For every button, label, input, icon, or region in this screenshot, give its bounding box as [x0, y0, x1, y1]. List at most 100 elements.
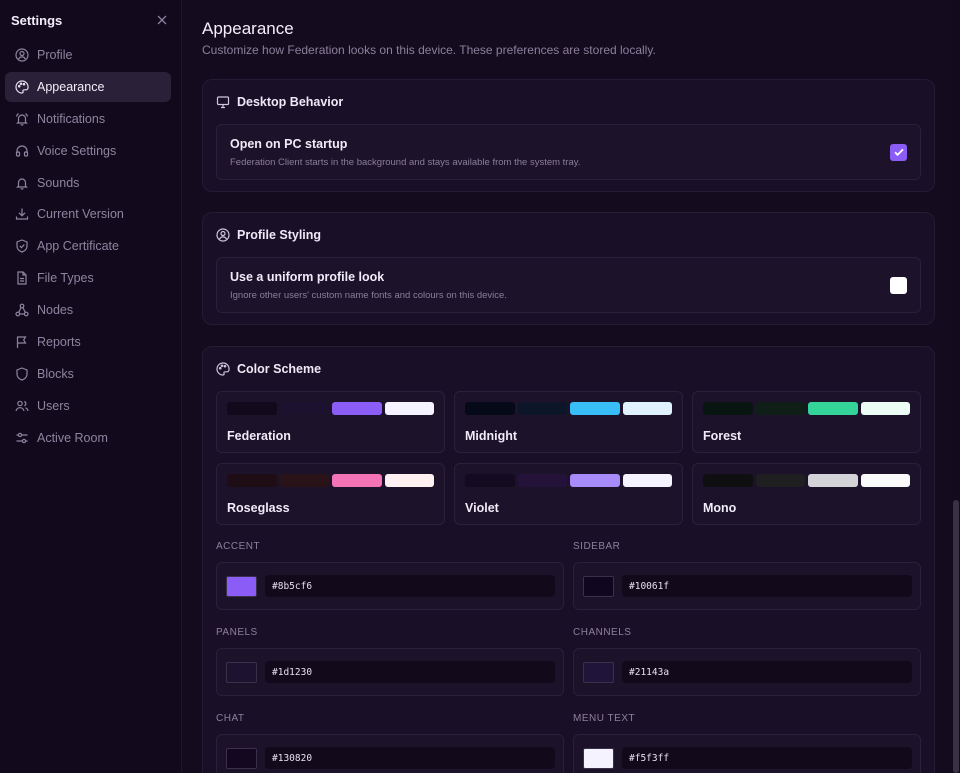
sidebar-item-active-room[interactable]: Active Room — [5, 423, 171, 453]
field-label: SIDEBAR — [573, 541, 621, 552]
scheme-card-federation[interactable]: Federation — [216, 391, 445, 453]
sidebar-item-users[interactable]: Users — [5, 391, 171, 421]
field-label: CHAT — [216, 713, 245, 724]
monitor-icon — [216, 95, 230, 109]
field-label: PANELS — [216, 627, 258, 638]
sidebar-item-label: Current Version — [37, 207, 124, 222]
sidebar-item-app-certificate[interactable]: App Certificate — [5, 231, 171, 261]
hex-input[interactable]: #130820 — [265, 747, 555, 769]
user-circle-icon — [15, 48, 29, 62]
sidebar-item-reports[interactable]: Reports — [5, 327, 171, 357]
scheme-card-midnight[interactable]: Midnight — [454, 391, 683, 453]
sidebar-item-blocks[interactable]: Blocks — [5, 359, 171, 389]
scheme-swatch — [755, 402, 805, 415]
check-icon — [893, 148, 904, 157]
scheme-swatch — [808, 474, 858, 487]
sidebar-header: Settings — [0, 0, 181, 40]
scheme-swatch — [755, 474, 805, 487]
sidebar-item-appearance[interactable]: Appearance — [5, 71, 171, 102]
section-heading: Color Scheme — [203, 347, 934, 391]
page-subtitle: Customize how Federation looks on this d… — [202, 43, 656, 57]
scheme-swatch — [384, 402, 434, 415]
sidebar-item-notifications[interactable]: Notifications — [5, 104, 171, 134]
field-label: CHANNELS — [573, 627, 632, 638]
sidebar-item-voice-settings[interactable]: Voice Settings — [5, 136, 171, 166]
scheme-swatch — [622, 402, 672, 415]
scheme-swatch — [622, 474, 672, 487]
section-title: Desktop Behavior — [237, 95, 344, 109]
bell-ring-icon — [15, 112, 29, 126]
hex-input[interactable]: #1d1230 — [265, 661, 555, 683]
sidebar-item-label: Appearance — [37, 79, 105, 94]
section-heading: Profile Styling — [203, 213, 934, 257]
sidebar-item-file-types[interactable]: File Types — [5, 263, 171, 293]
sidebar-item-label: Users — [37, 398, 70, 413]
scheme-swatches — [227, 474, 434, 487]
field-panels: PANELS #1d1230 — [216, 627, 564, 713]
hex-input[interactable]: #8b5cf6 — [265, 575, 555, 597]
field-sidebar: SIDEBAR #10061f — [573, 541, 921, 627]
scheme-name: Federation — [227, 429, 291, 443]
field-box: #1d1230 — [216, 648, 564, 696]
scheme-card-roseglass[interactable]: Roseglass — [216, 463, 445, 525]
option-description: Ignore other users' custom name fonts an… — [230, 289, 507, 301]
color-picker-swatch[interactable] — [583, 747, 614, 769]
scheme-swatch — [227, 402, 277, 415]
startup-option: Open on PC startup Federation Client sta… — [216, 124, 921, 180]
field-label: ACCENT — [216, 541, 261, 552]
color-picker-swatch[interactable] — [226, 747, 257, 769]
scrollbar[interactable] — [952, 0, 960, 773]
scheme-card-forest[interactable]: Forest — [692, 391, 921, 453]
field-channels: CHANNELS #21143a — [573, 627, 921, 713]
color-picker-swatch[interactable] — [583, 661, 614, 683]
scheme-swatches — [227, 402, 434, 415]
sidebar-item-sounds[interactable]: Sounds — [5, 168, 171, 198]
hex-input[interactable]: #10061f — [622, 575, 912, 597]
scheme-swatch — [332, 402, 382, 415]
color-picker-swatch[interactable] — [583, 575, 614, 597]
close-icon[interactable] — [155, 13, 169, 27]
color-fields: ACCENT #8b5cf6 SIDEBAR #10061f PANELS #1… — [203, 541, 934, 773]
option-description: Federation Client starts in the backgrou… — [230, 156, 581, 168]
scheme-card-mono[interactable]: Mono — [692, 463, 921, 525]
hex-input[interactable]: #f5f3ff — [622, 747, 912, 769]
color-scheme-section: Color Scheme Federation Midnight Forest — [202, 346, 935, 773]
color-picker-swatch[interactable] — [226, 661, 257, 683]
palette-icon — [15, 80, 29, 94]
sidebar-item-label: Sounds — [37, 175, 80, 190]
sidebar-item-label: Reports — [37, 335, 81, 350]
palette-icon — [216, 362, 230, 376]
network-icon — [15, 303, 29, 317]
sidebar-item-label: Notifications — [37, 111, 106, 126]
sidebar-item-nodes[interactable]: Nodes — [5, 295, 171, 325]
uniform-profile-checkbox[interactable] — [890, 276, 907, 294]
sidebar-item-label: File Types — [37, 271, 94, 286]
scheme-swatch — [860, 474, 910, 487]
scheme-swatch — [517, 402, 567, 415]
section-title: Profile Styling — [237, 228, 322, 242]
scheme-swatch — [279, 402, 329, 415]
scrollbar-thumb[interactable] — [953, 500, 959, 773]
scheme-swatch — [384, 474, 434, 487]
scheme-swatch — [332, 474, 382, 487]
color-picker-swatch[interactable] — [226, 575, 257, 597]
sidebar-item-current-version[interactable]: Current Version — [5, 199, 171, 229]
scheme-swatch — [227, 474, 277, 487]
uniform-profile-option: Use a uniform profile look Ignore other … — [216, 257, 921, 313]
flag-icon — [15, 335, 29, 349]
field-accent: ACCENT #8b5cf6 — [216, 541, 564, 627]
download-icon — [15, 207, 29, 221]
scheme-card-violet[interactable]: Violet — [454, 463, 683, 525]
sidebar-item-profile[interactable]: Profile — [5, 40, 171, 70]
scheme-swatch — [517, 474, 567, 487]
scheme-swatch — [570, 402, 620, 415]
file-icon — [15, 271, 29, 285]
sidebar-item-label: Profile — [37, 48, 73, 62]
desktop-behavior-section: Desktop Behavior Open on PC startup Fede… — [202, 79, 935, 192]
field-chat: CHAT #130820 — [216, 713, 564, 773]
profile-styling-section: Profile Styling Use a uniform profile lo… — [202, 212, 935, 325]
scheme-swatch — [703, 474, 753, 487]
hex-input[interactable]: #21143a — [622, 661, 912, 683]
startup-checkbox[interactable] — [890, 143, 907, 161]
scheme-grid: Federation Midnight Forest Roseglass Vio… — [203, 391, 934, 525]
